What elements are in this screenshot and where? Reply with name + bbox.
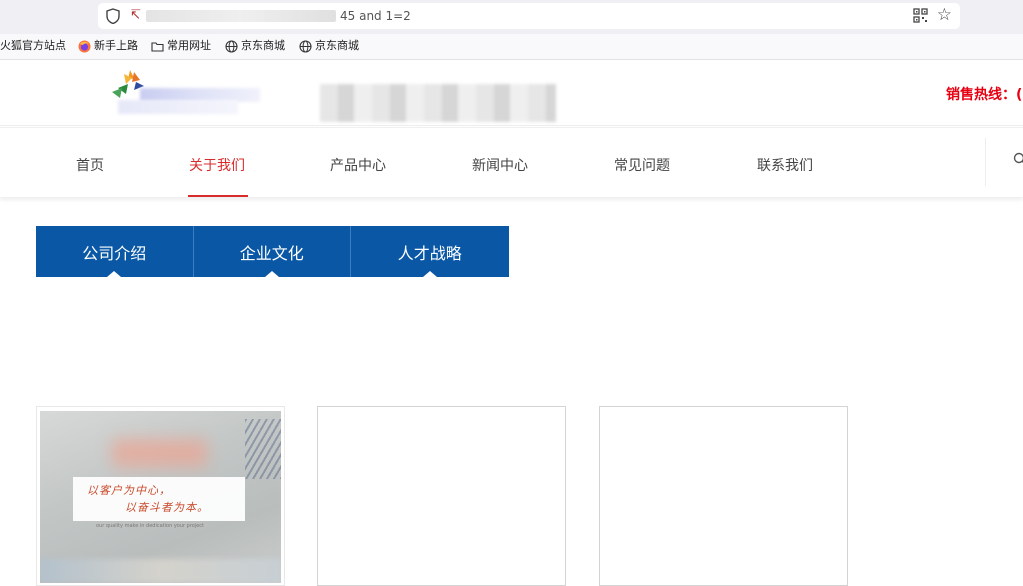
decorative-scribble [245,419,281,479]
main-nav: 首页 关于我们 产品中心 新闻中心 常见问题 联系我们 [0,127,1023,197]
globe-icon [299,40,312,53]
bookmark-label: 新手上路 [94,39,138,53]
nav-item-faq[interactable]: 常见问题 [614,155,670,175]
hotline-number-partial: ( [1016,87,1022,103]
folder-icon [151,40,164,53]
qr-code-icon[interactable] [913,8,928,23]
tab-notch [423,271,437,277]
about-subtabs: 公司介绍 企业文化 人才战略 [36,226,509,277]
hotline-label: 销售热线： [946,87,1016,103]
slogan-line-2: 以奋斗者为本。 [125,499,209,515]
tab-notch [265,271,279,277]
logo-text-redacted [118,100,238,114]
slogan-subtext: our quality make in dedication your proj… [96,523,204,529]
site-header: 销售热线：( [0,60,1023,126]
bookmarks-toolbar: 火狐官方站点 新手上路 常用网址 京东商城 京东商城 [0,34,1023,60]
tab-notch [107,271,121,277]
tab-label: 企业文化 [240,240,304,264]
tab-label: 人才战略 [398,240,462,264]
slogan-box: 以客户为中心， 以奋斗者为本。 [73,477,245,521]
nav-item-products[interactable]: 产品中心 [330,155,386,175]
firefox-icon [78,40,91,53]
bookmark-label: 火狐官方站点 [0,39,66,53]
tab-company-profile[interactable]: 公司介绍 [36,226,194,277]
bookmark-label: 常用网址 [167,39,211,53]
tab-talent-strategy[interactable]: 人才战略 [351,226,509,277]
browser-toolbar: ↸ 45 and 1=2 ☆ [0,0,1023,34]
shield-icon[interactable] [106,8,120,24]
nav-item-about-us[interactable]: 关于我们 [189,155,245,175]
bookmark-jd-1[interactable]: 京东商城 [225,39,285,53]
tab-corporate-culture[interactable]: 企业文化 [194,226,352,277]
address-bar[interactable]: ↸ 45 and 1=2 ☆ [98,3,960,29]
nav-divider [985,138,986,186]
image-card-empty[interactable] [599,406,848,586]
tab-label: 公司介绍 [82,240,146,264]
bookmark-label: 京东商城 [241,39,285,53]
bookmark-jd-2[interactable]: 京东商城 [299,39,359,53]
nav-active-indicator [188,195,248,197]
card-image: 以客户为中心， 以奋斗者为本。 our quality make in dedi… [40,411,281,583]
bookmark-firefox-official[interactable]: 火狐官方站点 [0,39,66,53]
bookmark-getting-started[interactable]: 新手上路 [78,39,138,53]
redacted-area [40,559,281,583]
nav-item-contact[interactable]: 联系我们 [757,155,813,175]
slogan-line-1: 以客户为中心， [87,482,171,498]
url-redacted [146,10,336,22]
company-name-redacted [320,84,556,122]
image-card-empty[interactable] [317,406,566,586]
bookmark-star-icon[interactable]: ☆ [937,6,952,24]
insecure-lock-icon[interactable]: ↸ [130,8,140,24]
image-card[interactable]: 以客户为中心， 以奋斗者为本。 our quality make in dedi… [36,406,285,586]
site-logo[interactable] [110,66,275,116]
search-icon[interactable] [1013,152,1023,166]
nav-item-home[interactable]: 首页 [76,155,104,175]
sales-hotline: 销售热线：( [946,84,1022,104]
nav-item-news[interactable]: 新闻中心 [472,155,528,175]
globe-icon [225,40,238,53]
bookmark-label: 京东商城 [315,39,359,53]
url-text[interactable]: 45 and 1=2 [340,8,411,24]
bookmark-folder-common-sites[interactable]: 常用网址 [151,39,211,53]
redacted-area [112,439,207,467]
